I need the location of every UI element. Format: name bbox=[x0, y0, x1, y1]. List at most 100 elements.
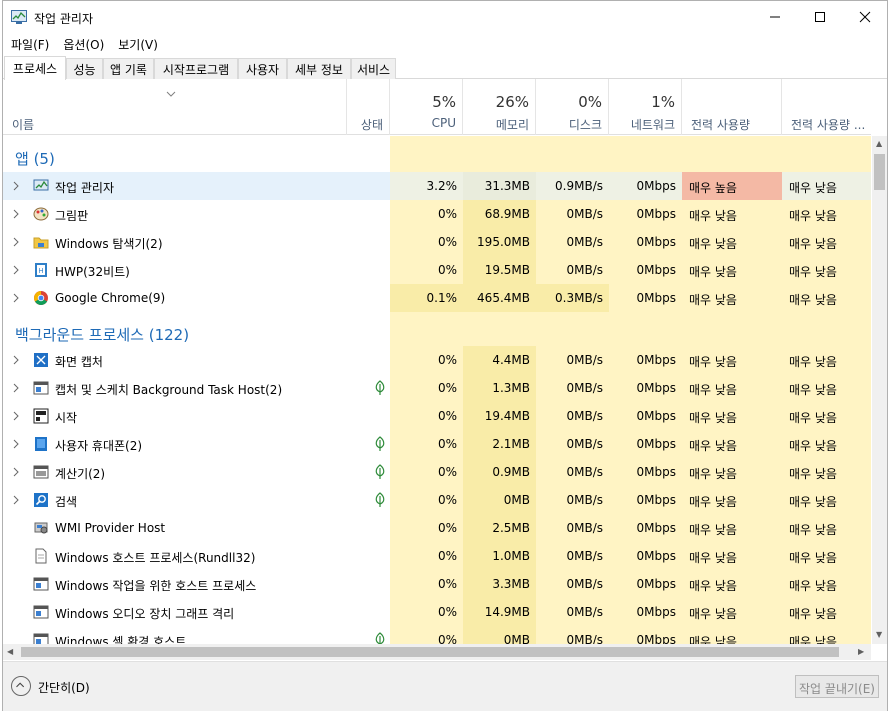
process-name: Google Chrome(9) bbox=[55, 291, 166, 305]
column-cpu[interactable]: 5% CPU bbox=[390, 79, 463, 135]
tab-processes[interactable]: 프로세스 bbox=[4, 56, 66, 80]
task-manager-icon bbox=[11, 10, 27, 24]
group-cell bbox=[390, 136, 463, 174]
close-button[interactable] bbox=[842, 1, 887, 33]
menu-view[interactable]: 보기(V) bbox=[111, 33, 165, 55]
cell-trend: 매우 낮음 bbox=[782, 570, 871, 598]
title-bar[interactable]: 작업 관리자 bbox=[3, 1, 887, 33]
scroll-up-icon[interactable]: ▲ bbox=[876, 139, 882, 148]
menu-file[interactable]: 파일(F) bbox=[3, 33, 56, 55]
fewer-details-link[interactable]: 간단히(D) bbox=[38, 679, 90, 696]
column-power[interactable]: 전력 사용량 bbox=[682, 79, 782, 135]
process-row[interactable]: 시작 0% 19.4MB 0MB/s 0Mbps 매우 낮음 매우 낮음 bbox=[3, 402, 871, 430]
process-name: Windows 작업을 위한 호스트 프로세스 bbox=[55, 579, 257, 593]
cell-trend: 매우 낮음 bbox=[782, 486, 871, 514]
cell-trend: 매우 낮음 bbox=[782, 598, 871, 626]
minimize-button[interactable] bbox=[752, 1, 797, 33]
cell-net: 0Mbps bbox=[609, 430, 682, 458]
chevron-right-icon[interactable] bbox=[12, 265, 20, 275]
chevron-right-icon[interactable] bbox=[12, 439, 20, 449]
column-disk[interactable]: 0% 디스크 bbox=[536, 79, 609, 135]
process-row[interactable]: H HWP(32비트) 0% 19.5MB 0MB/s 0Mbps 매우 낮음 매우 낮음 bbox=[3, 256, 871, 284]
cell-net: 0Mbps bbox=[609, 598, 682, 626]
process-row[interactable]: 계산기(2) 0% 0.9MB 0MB/s 0Mbps 매우 낮음 매우 낮음 bbox=[3, 458, 871, 486]
process-name: Windows 호스트 프로세스(Rundll32) bbox=[55, 551, 256, 565]
process-row[interactable]: 검색 0% 0MB 0MB/s 0Mbps 매우 낮음 매우 낮음 bbox=[3, 486, 871, 514]
cell-mem: 2.5MB bbox=[463, 514, 536, 542]
scroll-left-icon[interactable]: ◀ bbox=[7, 647, 13, 656]
column-header: 이름 상태 5% CPU 26% 메모리 0% 디스크 1% 네트워크 전력 사… bbox=[3, 79, 871, 135]
chevron-right-icon[interactable] bbox=[12, 209, 20, 219]
column-status[interactable]: 상태 bbox=[347, 79, 390, 135]
tab-users[interactable]: 사용자 bbox=[238, 58, 287, 79]
cell-disk: 0MB/s bbox=[536, 626, 609, 644]
group-cell bbox=[609, 136, 682, 174]
task-manager-icon bbox=[33, 179, 49, 191]
menu-options[interactable]: 옵션(O) bbox=[56, 33, 111, 55]
column-memory[interactable]: 26% 메모리 bbox=[463, 79, 536, 135]
cell-net: 0Mbps bbox=[609, 228, 682, 256]
chevron-right-icon[interactable] bbox=[12, 383, 20, 393]
process-row[interactable]: Windows 호스트 프로세스(Rundll32) 0% 1.0MB 0MB/s 0M… bbox=[3, 542, 871, 570]
cell-net: 0Mbps bbox=[609, 284, 682, 312]
tab-performance[interactable]: 성능 bbox=[66, 58, 103, 79]
cell-cpu: 0% bbox=[390, 598, 463, 626]
chevron-right-icon[interactable] bbox=[12, 237, 20, 247]
process-row[interactable]: 캡처 및 스케치 Background Task Host(2) 0% 1.3MB 0… bbox=[3, 374, 871, 402]
tab-services[interactable]: 서비스 bbox=[351, 58, 396, 79]
chevron-right-icon[interactable] bbox=[12, 293, 20, 303]
tab-startup[interactable]: 시작프로그램 bbox=[154, 58, 238, 79]
horizontal-scroll-thumb[interactable] bbox=[21, 647, 839, 657]
process-row[interactable]: Windows 작업을 위한 호스트 프로세스 0% 3.3MB 0MB/s 0Mbps… bbox=[3, 570, 871, 598]
process-list: 앱 (5) 작업 관리자 3.2% 31.3MB 0.9MB/s 0Mbps 매우 높음 매우… bbox=[3, 136, 871, 644]
group-cell bbox=[682, 136, 782, 174]
cell-trend: 매우 낮음 bbox=[782, 200, 871, 228]
cell-cpu: 0% bbox=[390, 200, 463, 228]
process-row[interactable]: Windows 셸 환경 호스트 0% 0MB 0MB/s 0Mbps 매우 낮음 매우 낮… bbox=[3, 626, 871, 644]
process-row[interactable]: Windows 오디오 장치 그래프 격리 0% 14.9MB 0MB/s 0Mbps 매… bbox=[3, 598, 871, 626]
cell-mem: 0MB bbox=[463, 486, 536, 514]
horizontal-scrollbar[interactable]: ◀ ▶ bbox=[3, 644, 871, 660]
process-row[interactable]: 작업 관리자 3.2% 31.3MB 0.9MB/s 0Mbps 매우 높음 매우 낮음 bbox=[3, 172, 871, 200]
scroll-right-icon[interactable]: ▶ bbox=[858, 647, 864, 656]
column-name[interactable]: 이름 bbox=[3, 79, 347, 135]
process-row[interactable]: 화면 캡처 0% 4.4MB 0MB/s 0Mbps 매우 낮음 매우 낮음 bbox=[3, 346, 871, 374]
collapse-icon[interactable] bbox=[11, 676, 31, 696]
cell-mem: 31.3MB bbox=[463, 172, 536, 200]
cell-net: 0Mbps bbox=[609, 486, 682, 514]
cell-power: 매우 낮음 bbox=[682, 256, 782, 284]
column-power-trend[interactable]: 전력 사용량 ... bbox=[782, 79, 871, 135]
process-row[interactable]: 사용자 휴대폰(2) 0% 2.1MB 0MB/s 0Mbps 매우 낮음 매우 낮음 bbox=[3, 430, 871, 458]
cell-power: 매우 낮음 bbox=[682, 430, 782, 458]
cell-trend: 매우 낮음 bbox=[782, 256, 871, 284]
process-name: 캡처 및 스케치 Background Task Host(2) bbox=[55, 383, 283, 397]
chevron-right-icon[interactable] bbox=[12, 467, 20, 477]
cell-cpu: 0.1% bbox=[390, 284, 463, 312]
chevron-right-icon[interactable] bbox=[12, 411, 20, 421]
cell-power: 매우 낮음 bbox=[682, 284, 782, 312]
cell-trend: 매우 낮음 bbox=[782, 172, 871, 200]
cell-disk: 0MB/s bbox=[536, 458, 609, 486]
process-row[interactable]: WMI Provider Host 0% 2.5MB 0MB/s 0Mbps 매우 낮음 매… bbox=[3, 514, 871, 542]
maximize-button[interactable] bbox=[797, 1, 842, 33]
process-name: WMI Provider Host bbox=[55, 521, 166, 535]
end-task-button[interactable]: 작업 끝내기(E) bbox=[795, 675, 879, 698]
cell-cpu: 0% bbox=[390, 430, 463, 458]
process-row[interactable]: Google Chrome(9) 0.1% 465.4MB 0.3MB/s 0Mbps 매… bbox=[3, 284, 871, 312]
cell-cpu: 0% bbox=[390, 374, 463, 402]
screen-capture-icon bbox=[34, 353, 48, 367]
cell-net: 0Mbps bbox=[609, 346, 682, 374]
vertical-scrollbar[interactable]: ▲ ▼ bbox=[872, 136, 887, 644]
tab-app-history[interactable]: 앱 기록 bbox=[103, 58, 154, 79]
column-network[interactable]: 1% 네트워크 bbox=[609, 79, 682, 135]
process-row[interactable]: 그림판 0% 68.9MB 0MB/s 0Mbps 매우 낮음 매우 낮음 bbox=[3, 200, 871, 228]
vertical-scroll-thumb[interactable] bbox=[874, 154, 885, 190]
cell-disk: 0MB/s bbox=[536, 200, 609, 228]
chevron-right-icon[interactable] bbox=[12, 495, 20, 505]
close-icon bbox=[859, 11, 870, 23]
process-row[interactable]: Windows 탐색기(2) 0% 195.0MB 0MB/s 0Mbps 매우 낮음 매우… bbox=[3, 228, 871, 256]
tab-details[interactable]: 세부 정보 bbox=[287, 58, 351, 79]
chevron-right-icon[interactable] bbox=[12, 355, 20, 365]
scroll-down-icon[interactable]: ▼ bbox=[876, 630, 882, 639]
chevron-right-icon[interactable] bbox=[12, 181, 20, 191]
